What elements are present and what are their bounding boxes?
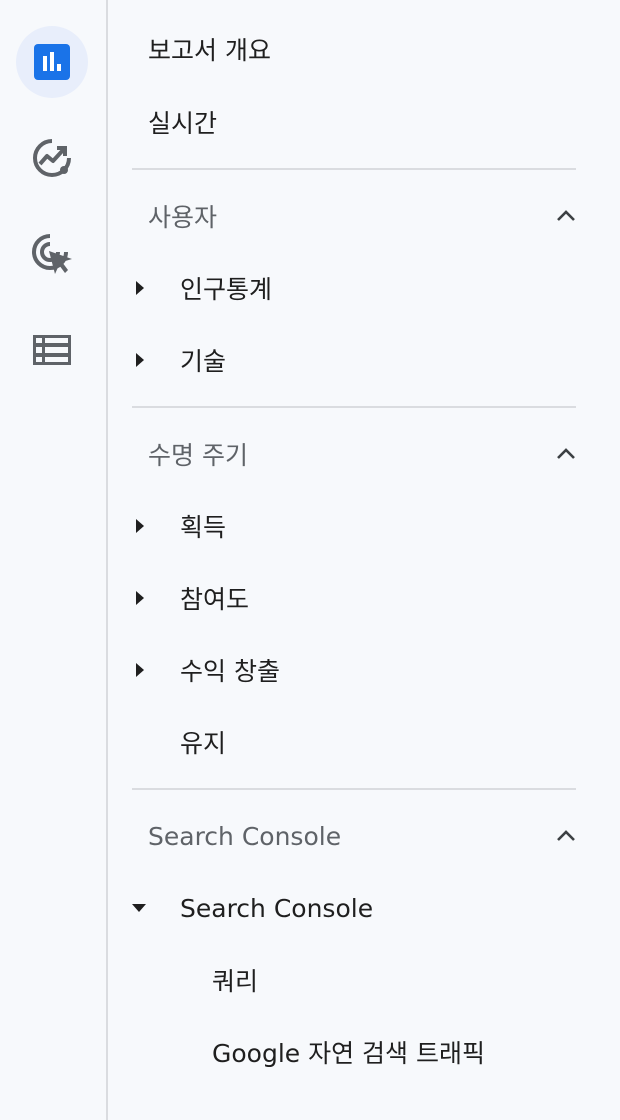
section-header-lifecycle[interactable]: 수명 주기 (108, 424, 578, 484)
nav-item-label: 쿼리 (212, 967, 259, 996)
nav-item-engagement[interactable]: 참여도 (108, 568, 598, 628)
nav-item-label: Search Console (180, 893, 374, 923)
nav-item-acquisition[interactable]: 획득 (108, 496, 598, 556)
caret-down-icon (132, 904, 146, 912)
advertising-rail-button[interactable] (16, 218, 88, 290)
nav-item-search-console[interactable]: Search Console (108, 878, 598, 938)
table-list-icon (33, 335, 71, 365)
nav-item-google-organic-search-traffic[interactable]: Google 자연 검색 트래픽 (108, 1022, 598, 1082)
nav-item-monetization[interactable]: 수익 창출 (108, 640, 598, 700)
chevron-up-icon (557, 448, 575, 459)
explore-rail-button[interactable] (16, 122, 88, 194)
section-title: Search Console (148, 821, 342, 851)
nav-item-label: 유지 (180, 729, 227, 758)
nav-item-label: 인구통계 (180, 275, 273, 304)
caret-right-icon (136, 663, 144, 677)
bar-chart-icon (34, 44, 70, 80)
nav-item-tech[interactable]: 기술 (108, 330, 598, 390)
nav-item-label: 수익 창출 (180, 657, 280, 686)
caret-right-icon (136, 591, 144, 605)
cursor-target-icon (30, 232, 74, 276)
configure-rail-button[interactable] (16, 314, 88, 386)
nav-item-label: Google 자연 검색 트래픽 (212, 1039, 486, 1068)
nav-item-report-overview[interactable]: 보고서 개요 (108, 19, 598, 79)
section-divider (132, 168, 576, 170)
nav-item-label: 참여도 (180, 585, 250, 614)
chevron-up-icon (557, 830, 575, 841)
section-header-search-console[interactable]: Search Console (108, 806, 578, 866)
caret-right-icon (136, 353, 144, 367)
nav-item-queries[interactable]: 쿼리 (108, 950, 598, 1010)
nav-item-label: 획득 (180, 513, 227, 542)
section-title: 사용자 (148, 203, 218, 232)
nav-item-label: 실시간 (148, 109, 218, 138)
section-header-users[interactable]: 사용자 (108, 186, 578, 246)
nav-item-retention[interactable]: 유지 (108, 712, 598, 772)
nav-item-label: 보고서 개요 (148, 36, 271, 65)
reports-rail-button[interactable] (16, 26, 88, 98)
section-divider (132, 406, 576, 408)
nav-item-realtime[interactable]: 실시간 (108, 92, 598, 152)
caret-right-icon (136, 281, 144, 295)
chevron-up-icon (557, 210, 575, 221)
insights-trend-icon (32, 138, 72, 178)
caret-right-icon (136, 519, 144, 533)
reports-nav: 보고서 개요 실시간 사용자 인구통계 기술 수명 주기 획득 참여도 수익 창… (108, 0, 620, 1120)
nav-item-demographics[interactable]: 인구통계 (108, 258, 598, 318)
section-title: 수명 주기 (148, 441, 248, 470)
section-divider (132, 788, 576, 790)
nav-rail (0, 0, 108, 1120)
nav-item-label: 기술 (180, 347, 227, 376)
